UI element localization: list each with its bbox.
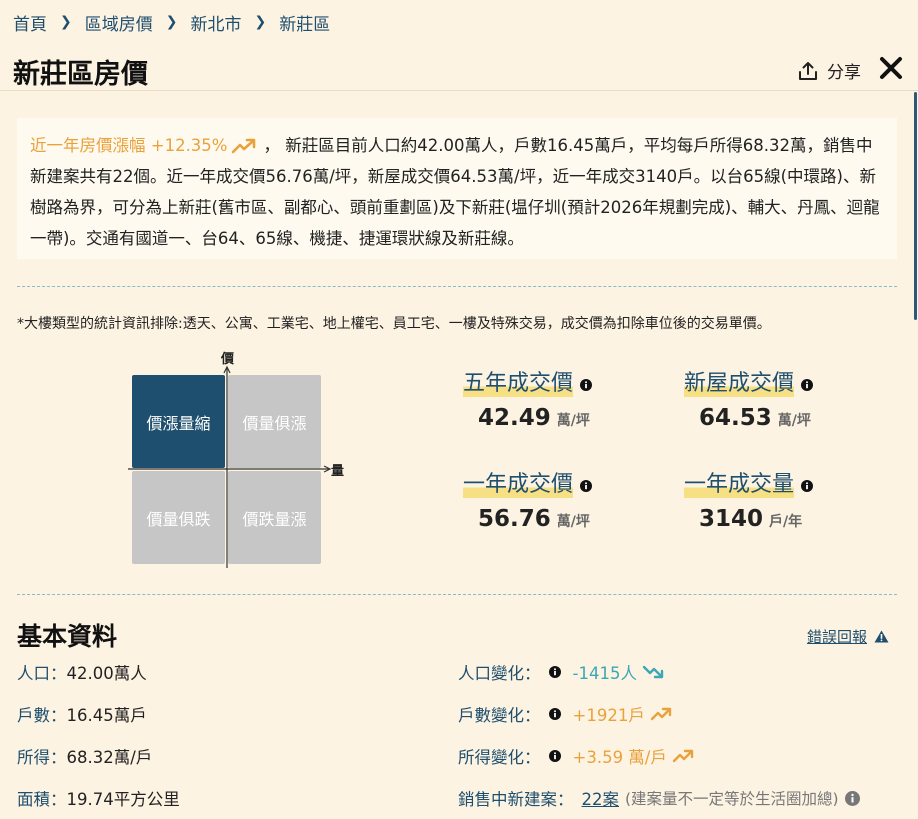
trend-up-icon [232, 138, 256, 154]
change-key: 人口變化： [458, 664, 541, 683]
stat-value: 3140 [699, 506, 764, 532]
breadcrumb: 首頁 ❯ 區域房價 ❯ 新北市 ❯ 新莊區 [13, 10, 330, 35]
share-icon [799, 61, 817, 80]
info-icon[interactable] [580, 379, 593, 391]
price-growth-highlight: 近一年房價漲幅 +12.35% [30, 136, 228, 155]
stat-unit: 萬/坪 [556, 514, 590, 530]
change-value: -1415人 [572, 664, 637, 683]
info-icon[interactable] [548, 708, 561, 720]
divider [17, 286, 897, 287]
quadrant-axes [128, 365, 332, 568]
breadcrumb-city[interactable]: 新北市 [190, 10, 241, 35]
basic-value: 19.74平方公里 [66, 790, 180, 809]
change-key: 所得變化： [458, 748, 541, 767]
sale-key: 銷售中新建案： [458, 790, 574, 809]
info-icon[interactable] [548, 750, 561, 762]
info-icon[interactable] [548, 666, 561, 678]
header-divider [0, 90, 918, 91]
change-value: +1921戶 [572, 706, 645, 725]
basic-key: 面積： [17, 790, 67, 809]
basic-population: 人口：42.00萬人 [17, 660, 147, 684]
basic-key: 戶數： [17, 706, 67, 725]
section-title-basic: 基本資料 [17, 622, 118, 651]
change-population: 人口變化： -1415人 [458, 660, 664, 684]
chevron-right-icon: ❯ [254, 14, 267, 30]
sale-projects: 銷售中新建案： 22案 (建案量不一定等於生活圈加總) [458, 786, 860, 810]
sale-note: (建案量不一定等於生活圈加總) [625, 790, 839, 808]
page-title: 新莊區房價 [13, 59, 148, 90]
change-value: +3.59 萬/戶 [572, 748, 667, 767]
stat-label: 一年成交量 [684, 472, 795, 498]
stat-label: 一年成交價 [463, 472, 574, 498]
basic-area: 面積：19.74平方公里 [17, 786, 180, 810]
basic-value: 42.00萬人 [66, 664, 147, 683]
change-income: 所得變化： +3.59 萬/戶 [458, 744, 694, 768]
basic-value: 16.45萬戶 [66, 706, 147, 725]
stat-new-house-price: 新屋成交價 64.53 萬/坪 [684, 371, 814, 431]
stat-unit: 戶/年 [769, 514, 803, 530]
basic-key: 人口： [17, 664, 67, 683]
info-icon[interactable] [844, 790, 860, 806]
basic-key: 所得： [17, 748, 67, 767]
scrollbar[interactable] [914, 92, 917, 320]
stat-one-year-price: 一年成交價 56.76 萬/坪 [463, 472, 593, 532]
price-volume-quadrant: 價漲量縮 價量俱漲 價量俱跌 價跌量漲 價 量 [126, 348, 356, 570]
sale-projects-link[interactable]: 22案 [582, 786, 620, 810]
stat-one-year-volume: 一年成交量 3140 戶/年 [684, 472, 814, 532]
share-button[interactable]: 分享 [797, 58, 861, 83]
error-report-label: 錯誤回報 [807, 628, 868, 646]
change-households: 戶數變化： +1921戶 [458, 702, 672, 726]
info-icon[interactable] [580, 480, 593, 492]
breadcrumb-region-price[interactable]: 區域房價 [85, 10, 153, 35]
summary-box: 近一年房價漲幅 +12.35%， 新莊區目前人口約42.00萬人，戶數16.45… [17, 118, 897, 259]
close-icon[interactable] [878, 55, 904, 81]
stat-five-year-price: 五年成交價 42.49 萬/坪 [463, 371, 593, 431]
chevron-right-icon: ❯ [60, 14, 72, 30]
divider [17, 594, 897, 595]
stat-unit: 萬/坪 [556, 413, 590, 429]
quadrant-axis-x-label: 量 [331, 464, 345, 479]
trend-up-icon [650, 707, 672, 721]
breadcrumb-district[interactable]: 新莊區 [279, 10, 330, 35]
info-icon[interactable] [801, 379, 814, 391]
trend-down-icon [642, 665, 664, 679]
basic-value: 68.32萬/戶 [66, 748, 153, 767]
stat-label: 新屋成交價 [684, 371, 795, 397]
basic-income: 所得：68.32萬/戶 [17, 744, 152, 768]
quadrant-axis-y-label: 價 [221, 352, 235, 367]
stats-note: *大樓類型的統計資訊排除:透天、公寓、工業宅、地上權宅、員工宅、一樓及特殊交易，… [17, 316, 771, 332]
chevron-right-icon: ❯ [165, 14, 178, 30]
stat-unit: 萬/坪 [777, 413, 811, 429]
info-icon[interactable] [801, 480, 814, 492]
trend-up-icon [672, 749, 694, 763]
share-label: 分享 [827, 63, 861, 83]
basic-households: 戶數：16.45萬戶 [17, 702, 147, 726]
stat-label: 五年成交價 [463, 371, 574, 397]
stat-value: 64.53 [699, 405, 772, 431]
breadcrumb-home[interactable]: 首頁 [13, 10, 47, 35]
error-report-link[interactable]: 錯誤回報 [807, 626, 889, 647]
warning-icon [874, 630, 889, 643]
stat-value: 56.76 [478, 506, 551, 532]
stat-value: 42.49 [478, 405, 551, 431]
change-key: 戶數變化： [458, 706, 541, 725]
